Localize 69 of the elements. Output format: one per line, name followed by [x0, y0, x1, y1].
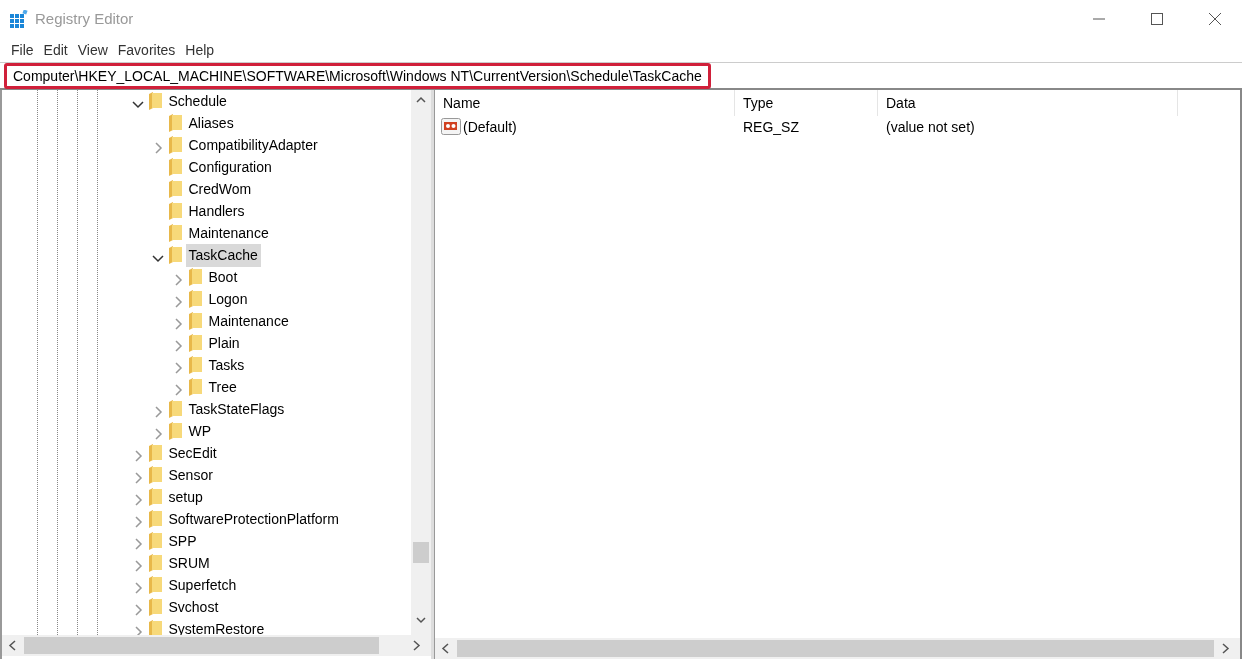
- tree-item[interactable]: Tree: [205, 375, 240, 399]
- window-title: Registry Editor: [35, 8, 134, 29]
- menu-item[interactable]: Edit: [38, 39, 73, 61]
- registry-app-icon: [10, 10, 28, 28]
- tree-item[interactable]: CompatibilityAdapter: [185, 133, 321, 157]
- tree-item[interactable]: Handlers: [185, 199, 248, 223]
- horizontal-scrollbar[interactable]: [435, 638, 1240, 659]
- folder-icon: [148, 510, 162, 528]
- value-data: (value not set): [885, 117, 975, 137]
- address-field[interactable]: Computer\HKEY_LOCAL_MACHINE\SOFTWARE\Microsoft\Windows NT\CurrentVersion\Schedule\TaskCache: [4, 62, 711, 89]
- tree-item[interactable]: Sensor: [165, 463, 216, 487]
- tree-item[interactable]: Logon: [205, 287, 251, 311]
- tree-item[interactable]: Configuration: [185, 155, 275, 179]
- menu-item[interactable]: View: [72, 39, 113, 61]
- folder-icon: [188, 356, 202, 374]
- menu-item[interactable]: File: [6, 39, 39, 61]
- tree-item[interactable]: CredWom: [185, 177, 255, 201]
- folder-icon: [188, 312, 202, 330]
- folder-icon: [168, 422, 182, 440]
- column-header[interactable]: Data: [878, 90, 1178, 116]
- folder-icon: [168, 224, 182, 242]
- tree-item[interactable]: setup: [165, 485, 206, 509]
- folder-icon: [188, 290, 202, 308]
- folder-icon: [168, 400, 182, 418]
- tree-item[interactable]: SoftwareProtectionPlatform: [165, 507, 342, 531]
- tree-item[interactable]: WP: [185, 419, 215, 443]
- folder-icon: [168, 136, 182, 154]
- folder-icon: [168, 202, 182, 220]
- folder-icon: [188, 334, 202, 352]
- tree-item[interactable]: Schedule: [165, 90, 230, 113]
- vertical-scrollbar[interactable]: [411, 90, 431, 635]
- folder-icon: [188, 378, 202, 396]
- value-name: (Default): [463, 117, 517, 137]
- tree-item[interactable]: TaskStateFlags: [185, 397, 288, 421]
- folder-icon: [148, 532, 162, 550]
- tree-item[interactable]: SPP: [165, 529, 200, 553]
- folder-icon: [148, 598, 162, 616]
- tree-item[interactable]: Tasks: [205, 353, 248, 377]
- maximize-icon: [1151, 13, 1163, 25]
- column-header[interactable]: Name: [435, 90, 735, 116]
- tree-item[interactable]: SecEdit: [165, 441, 220, 465]
- folder-icon: [168, 180, 182, 198]
- tree-item[interactable]: TaskCache: [185, 243, 261, 267]
- folder-icon: [148, 92, 162, 110]
- tree-item[interactable]: Superfetch: [165, 573, 240, 597]
- folder-icon: [148, 554, 162, 572]
- folder-icon: [188, 268, 202, 286]
- column-header[interactable]: Type: [735, 90, 878, 116]
- menu-item[interactable]: Help: [180, 39, 220, 61]
- value-type: REG_SZ: [742, 117, 800, 137]
- horizontal-scrollbar[interactable]: [2, 635, 431, 656]
- string-value-icon: [441, 118, 461, 136]
- folder-icon: [168, 114, 182, 132]
- folder-icon: [148, 576, 162, 594]
- tree-item[interactable]: Boot: [205, 265, 241, 289]
- folder-icon: [148, 620, 162, 635]
- tree-item[interactable]: Svchost: [165, 595, 222, 619]
- folder-icon: [168, 158, 182, 176]
- folder-icon: [148, 444, 162, 462]
- tree-item[interactable]: SRUM: [165, 551, 213, 575]
- menu-item[interactable]: Favorites: [112, 39, 181, 61]
- tree-item[interactable]: Aliases: [185, 111, 237, 135]
- folder-icon: [148, 488, 162, 506]
- folder-icon: [148, 466, 162, 484]
- folder-icon: [168, 246, 182, 264]
- close-icon: [1209, 13, 1221, 25]
- tree-item[interactable]: Maintenance: [205, 309, 292, 333]
- tree-item[interactable]: Maintenance: [185, 221, 272, 245]
- tree-item[interactable]: Plain: [205, 331, 243, 355]
